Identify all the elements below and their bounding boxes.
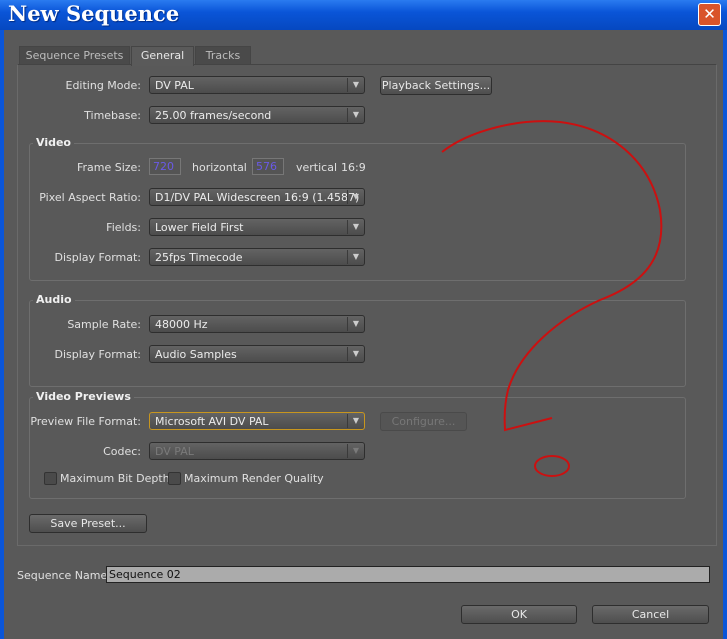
question-mark-curve (441, 120, 663, 432)
question-mark-dot (534, 455, 570, 477)
tab-general[interactable]: General (131, 46, 194, 66)
question-mark-annotation (441, 120, 663, 477)
